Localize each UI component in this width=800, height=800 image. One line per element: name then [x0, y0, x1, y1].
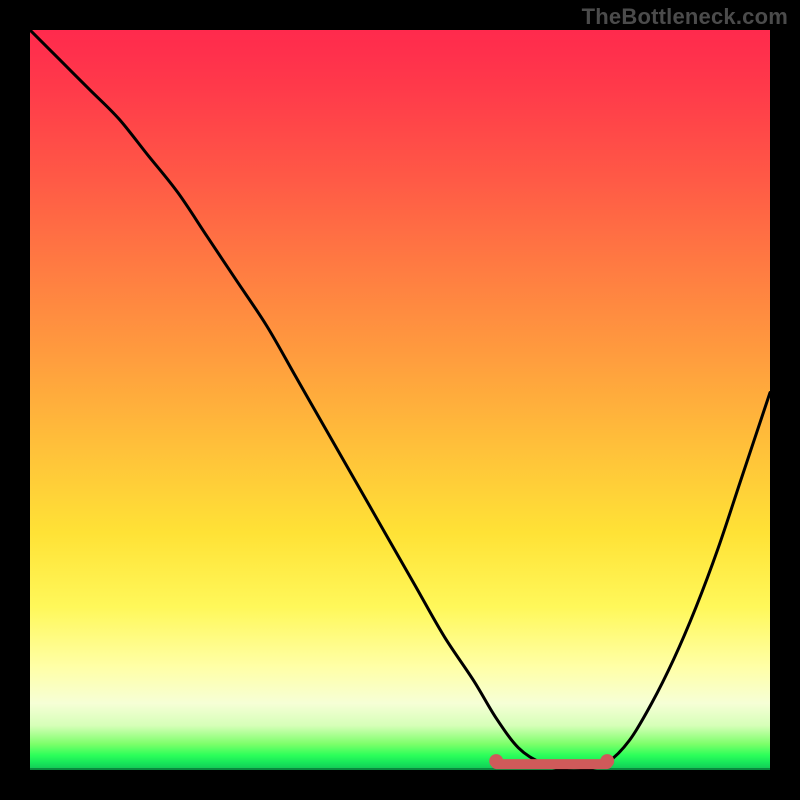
watermark-text: TheBottleneck.com: [582, 4, 788, 30]
bottleneck-curve-path: [30, 30, 770, 770]
curve-svg: [30, 30, 770, 770]
chart-frame: TheBottleneck.com: [0, 0, 800, 800]
optimal-start-marker: [489, 754, 503, 768]
plot-area: [30, 30, 770, 770]
optimal-end-marker: [600, 754, 614, 768]
